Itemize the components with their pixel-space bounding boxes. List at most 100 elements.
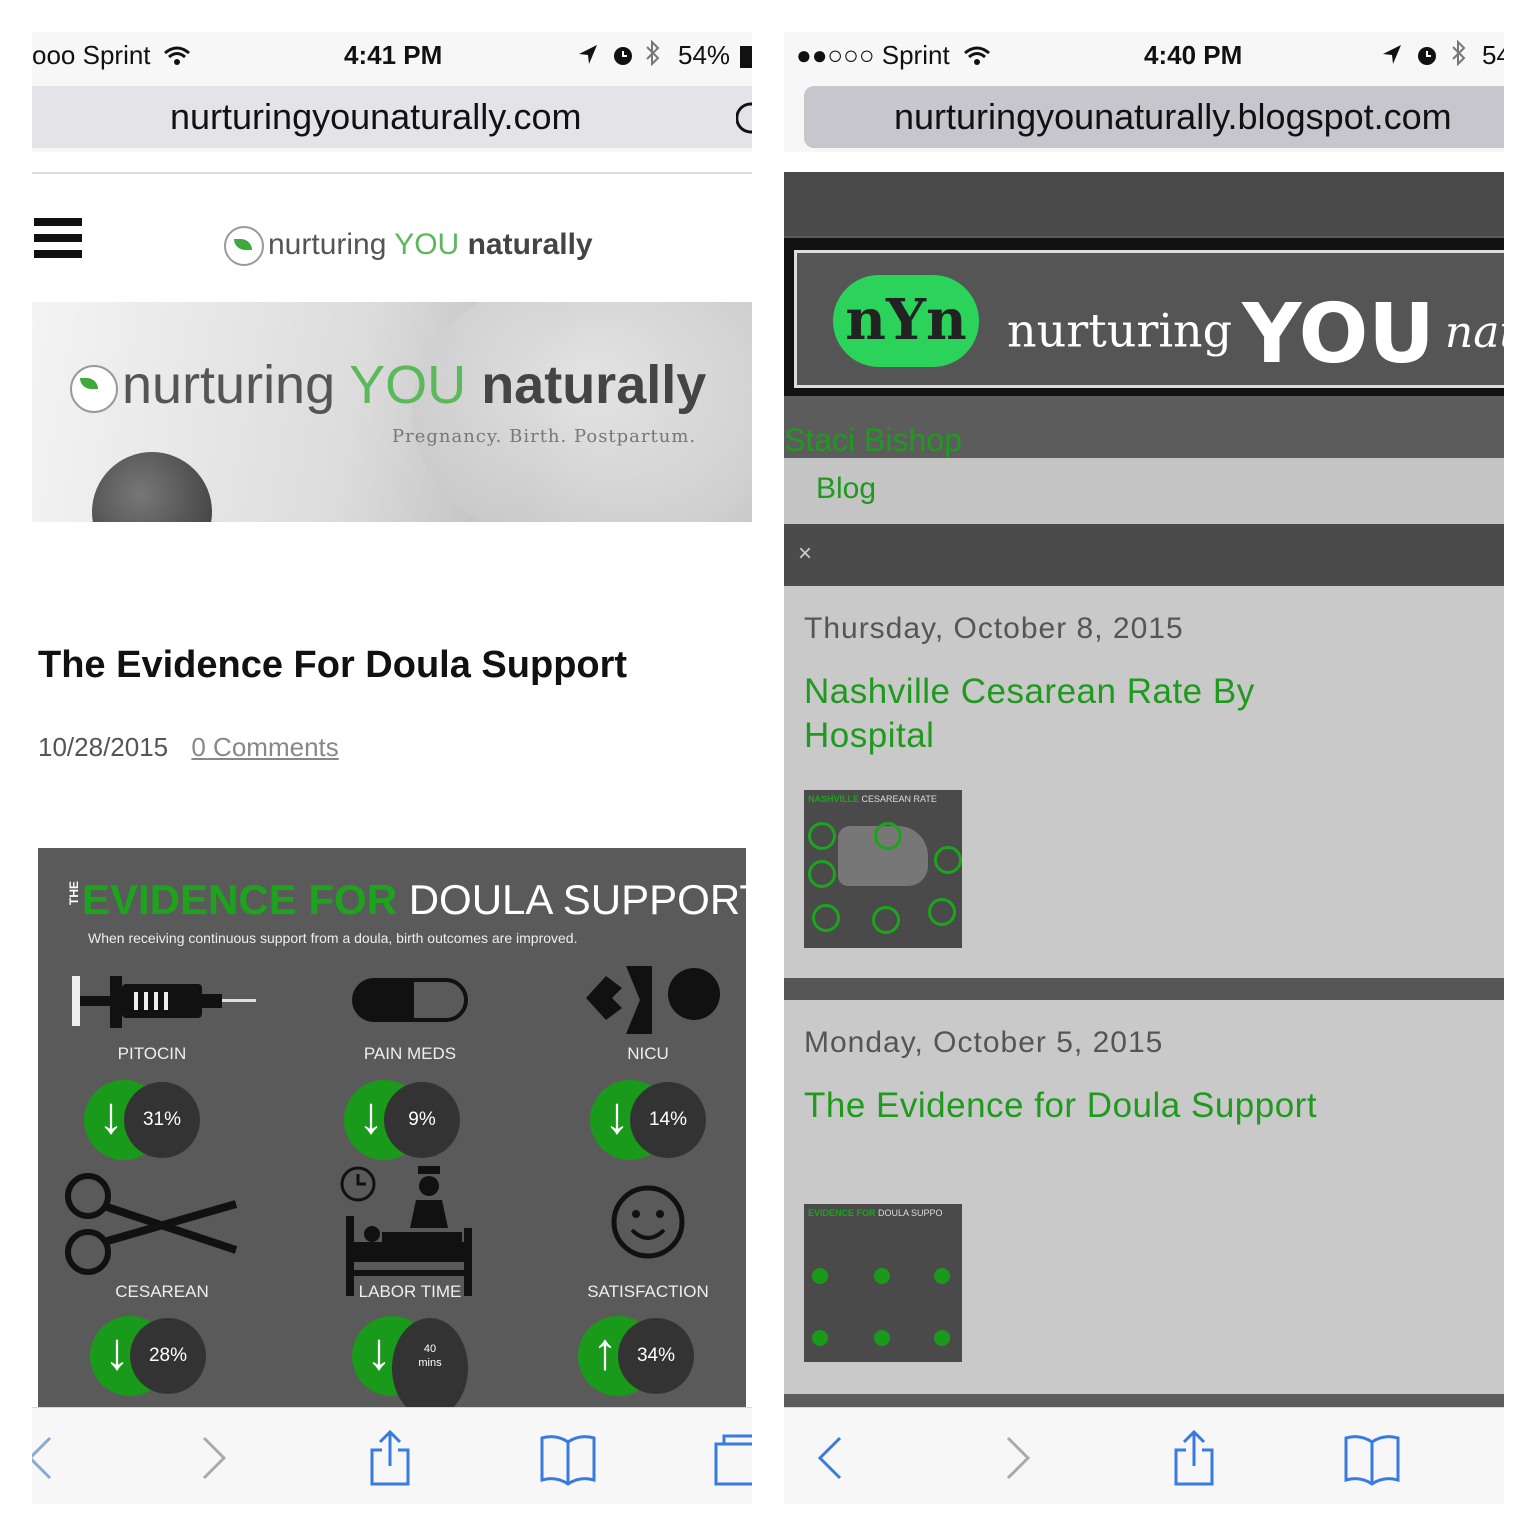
close-bar: × [784,524,1504,586]
infographic-the: THE [67,881,81,905]
blog-nav: Blog [784,458,1504,524]
bookmarks-icon[interactable] [538,1428,598,1488]
right-screenshot: ●●○○○ Sprint 4:40 PM 54 nurturingyounatu… [784,32,1504,1504]
stat-cesarean: ↓ 28% [90,1316,250,1396]
wifi-icon [964,42,990,73]
stat-value-unit: mins [418,1357,442,1369]
thumbnail-title-a: NASHVILLE [808,794,860,804]
hero-logo: nurturing YOU naturally [70,354,706,416]
down-arrow-icon: ↓ [604,1087,630,1145]
share-icon[interactable] [1164,1428,1224,1488]
stat-satisfaction: ↑ 34% [578,1316,738,1396]
bluetooth-icon [1450,39,1468,73]
stat-value: 28% [130,1318,206,1394]
url-text: nurturingyounaturally.blogspot.com [894,96,1452,137]
post-thumbnail[interactable]: NASHVILLE CESAREAN RATE [804,790,962,948]
left-screenshot: ooo Sprint 4:41 PM 54% nurturingyounatur… [32,32,752,1504]
status-bar: ●●○○○ Sprint 4:40 PM 54 [784,32,1504,82]
nav-blog-link[interactable]: Blog [816,472,876,506]
hero-word-nurturing: nurturing [122,355,350,415]
wifi-icon [164,42,190,73]
site-logo[interactable]: nurturing YOU naturally [224,226,593,266]
status-bar: ooo Sprint 4:41 PM 54% [32,32,752,82]
alarm-icon [1416,42,1438,73]
label-labor-time: LABOR TIME [358,1282,462,1301]
scissors-icon [65,1173,238,1275]
browser-toolbar [32,1407,752,1504]
blog-banner[interactable]: nYn nurturingYOUnatura [784,238,1504,396]
nyn-logo-badge: nYn [833,275,979,367]
syringe-icon [72,976,256,1028]
back-icon[interactable] [32,1428,72,1488]
label-pain-meds: PAIN MEDS [363,1044,457,1063]
header-band [784,172,1504,236]
close-icon[interactable]: × [798,540,812,568]
post-date: Thursday, October 8, 2015 [804,612,1184,645]
down-arrow-icon: ↓ [98,1087,124,1145]
share-icon[interactable] [360,1428,420,1488]
down-arrow-icon: ↓ [358,1087,384,1145]
url-field[interactable]: nurturingyounaturally.com [32,86,752,148]
address-bar: nurturingyounaturally.com [32,82,752,152]
banner-word-nurturing: nurturing [1007,303,1233,358]
up-arrow-icon: ↑ [592,1323,618,1381]
location-icon [1382,42,1402,73]
clock: 4:40 PM [1144,40,1243,70]
hero-word-you: YOU [349,355,482,415]
forward-icon[interactable] [182,1428,242,1488]
tabs-icon[interactable] [712,1428,752,1488]
title-green: EVIDENCE FOR [82,876,398,923]
logo-word-nurturing: nurturing [268,227,395,261]
post-date: 10/28/2015 [38,732,169,762]
menu-icon[interactable] [34,218,82,258]
blog-post: Thursday, October 8, 2015 Nashville Cesa… [784,586,1504,978]
post-thumbnail[interactable]: EVIDENCE FOR DOULA SUPPO [804,1204,962,1362]
location-icon [578,42,598,73]
baby-icon [586,966,720,1034]
bookmarks-icon[interactable] [1342,1428,1402,1488]
back-icon[interactable] [802,1428,862,1488]
address-bar: nurturingyounaturally.blogspot.com [784,82,1504,152]
label-pitocin: PITOCIN [117,1044,187,1063]
forward-icon[interactable] [986,1428,1046,1488]
comments-link[interactable]: 0 Comments [191,732,338,762]
stat-pain-meds: ↓ 9% [344,1080,504,1160]
label-cesarean: CESAREAN [115,1282,209,1301]
post-title-link[interactable]: The Evidence for Doula Support [804,1084,1324,1128]
battery-percent: 54% [678,40,731,70]
browser-toolbar [784,1407,1504,1504]
hero-word-naturally: naturally [481,355,707,415]
post-title-link[interactable]: Nashville Cesarean Rate By Hospital [804,670,1324,758]
hero-tagline: Pregnancy. Birth. Postpartum. [392,426,697,447]
url-field[interactable]: nurturingyounaturally.blogspot.com [804,86,1504,148]
post-meta: 10/28/2015 0 Comments [38,732,339,763]
site-header: nurturing YOU naturally [32,172,752,304]
battery-icon [740,44,752,75]
post-title[interactable]: The Evidence For Doula Support [38,644,627,687]
author-name[interactable]: Staci Bishop [784,422,962,459]
stat-value-number: 40 [423,1343,437,1355]
leaf-icon [224,226,264,266]
stat-nicu: ↓ 14% [590,1080,746,1160]
down-arrow-icon: ↓ [104,1323,130,1381]
leaf-icon [70,364,118,413]
stat-value: 40 mins [392,1318,468,1408]
alarm-icon [612,42,634,73]
reload-icon[interactable] [735,86,752,148]
bluetooth-icon [644,39,662,73]
down-arrow-icon: ↓ [366,1323,392,1381]
blog-post: Monday, October 5, 2015 The Evidence for… [784,1000,1504,1394]
banner-word-you: YOU [1242,287,1435,382]
stat-value: 14% [630,1082,706,1158]
smiley-icon [611,1185,685,1259]
label-satisfaction: SATISFACTION [587,1282,709,1301]
stat-value: 9% [384,1082,460,1158]
infographic: THE EVIDENCE FOR DOULA SUPPORT When rece… [38,848,746,1408]
logo-word-you: YOU [394,227,468,261]
stat-value: 31% [124,1082,200,1158]
banner-frame: nYn nurturingYOUnatura [794,250,1504,388]
stat-labor-time: ↓ 40 mins [352,1316,512,1408]
url-text: nurturingyounaturally.com [170,96,582,137]
logo-word-naturally: naturally [467,227,593,261]
thumbnail-title-a: EVIDENCE FOR [808,1208,876,1218]
